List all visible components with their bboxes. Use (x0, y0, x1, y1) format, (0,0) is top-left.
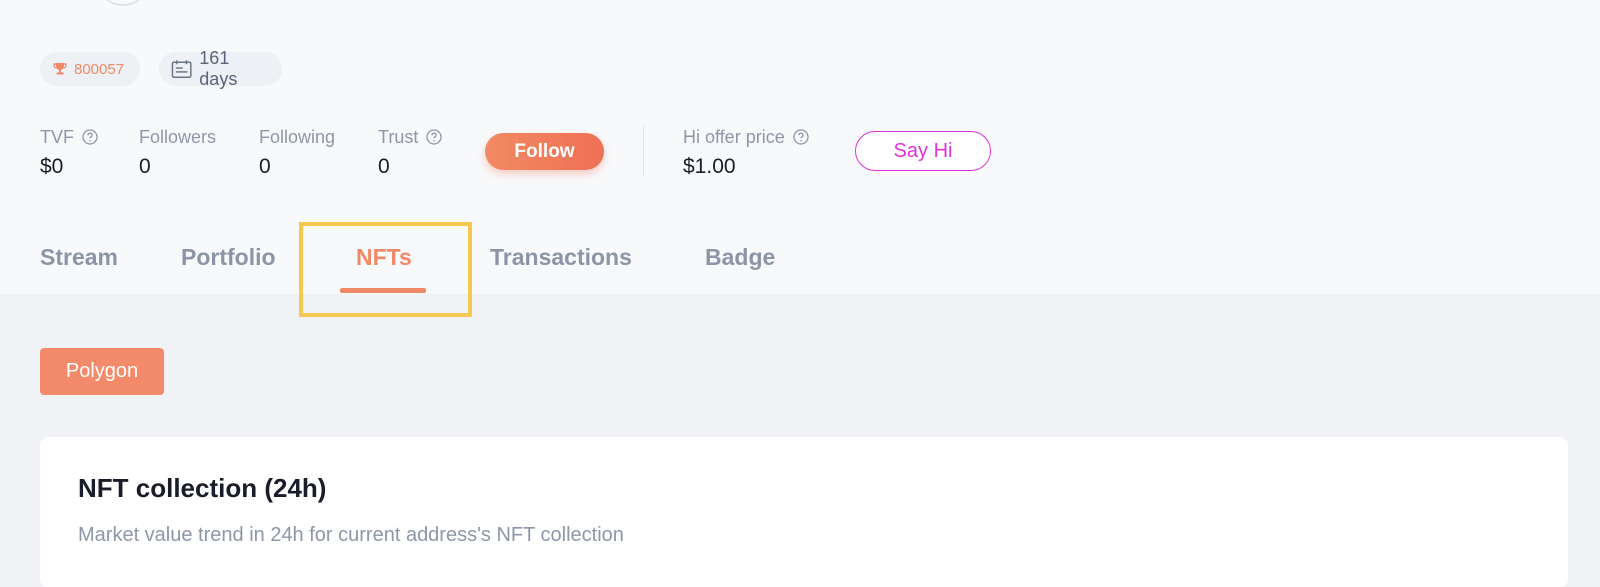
tab-transactions[interactable]: Transactions (490, 244, 632, 271)
profile-header: 800057 161 days TVF $0 Followers 0 Follo… (0, 0, 1600, 294)
help-icon[interactable] (793, 129, 809, 145)
tvf-label: TVF (40, 126, 74, 147)
tab-stream[interactable]: Stream (40, 244, 118, 271)
hi-offer-value: $1.00 (683, 155, 736, 178)
trophy-icon (53, 63, 67, 75)
age-value: 161 days (199, 48, 238, 89)
say-hi-button[interactable]: Say Hi (855, 131, 991, 171)
rank-value: 800057 (74, 60, 125, 78)
tab-badge[interactable]: Badge (705, 244, 775, 271)
calendar-icon (171, 60, 192, 78)
rank-badge: 800057 (40, 52, 140, 86)
stat-hi-offer-price: Hi offer price $1.00 (683, 125, 809, 181)
follow-button[interactable]: Follow (485, 133, 604, 170)
stat-following: Following 0 (259, 125, 335, 181)
help-icon[interactable] (426, 129, 442, 145)
trust-label: Trust (378, 126, 419, 147)
stat-trust: Trust 0 (378, 125, 442, 181)
nft-collection-card: NFT collection (24h) Market value trend … (40, 437, 1568, 587)
following-label: Following (259, 126, 336, 147)
age-badge: 161 days (159, 48, 282, 89)
card-subtitle: Market value trend in 24h for current ad… (78, 524, 624, 546)
hi-offer-label: Hi offer price (683, 126, 785, 147)
chain-filter-polygon[interactable]: Polygon (40, 348, 164, 395)
followers-label: Followers (139, 126, 217, 147)
followers-value: 0 (139, 155, 151, 178)
following-value: 0 (259, 155, 271, 178)
avatar (96, 0, 150, 6)
highlight-box (299, 222, 472, 317)
help-icon[interactable] (82, 129, 98, 145)
card-title: NFT collection (24h) (78, 473, 327, 503)
tvf-value: $0 (40, 155, 64, 178)
trust-value: 0 (378, 155, 390, 178)
stat-tvf: TVF $0 (40, 125, 98, 181)
stat-followers: Followers 0 (139, 125, 216, 181)
tab-portfolio[interactable]: Portfolio (181, 244, 276, 271)
divider (643, 126, 644, 176)
